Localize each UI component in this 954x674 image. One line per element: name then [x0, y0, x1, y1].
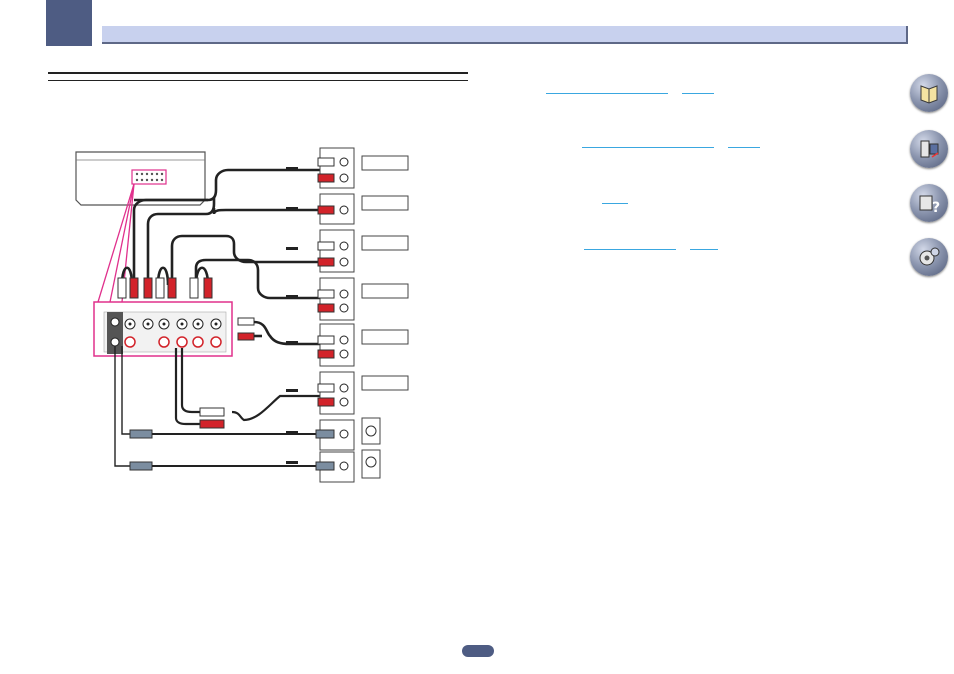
- chapter-tab: [46, 0, 92, 46]
- faq-icon[interactable]: ?: [910, 184, 948, 222]
- settings-icon[interactable]: [910, 238, 948, 276]
- component-2: [317, 193, 409, 225]
- speaker-1: [315, 417, 381, 451]
- manual-icon[interactable]: [910, 74, 948, 112]
- component-3: [317, 229, 409, 273]
- speaker-2: [315, 449, 381, 483]
- connection-diagram: [75, 147, 409, 483]
- link-4[interactable]: [728, 136, 760, 148]
- link-3[interactable]: [582, 136, 714, 148]
- link-1[interactable]: [546, 82, 668, 94]
- link-7[interactable]: [690, 238, 718, 250]
- component-4: [317, 277, 409, 321]
- link-2[interactable]: [682, 82, 714, 94]
- component-6: [317, 371, 409, 415]
- header-bar: [102, 26, 908, 44]
- page-number-pill: [462, 645, 494, 657]
- svg-text:?: ?: [932, 200, 940, 216]
- av-receiver: [75, 151, 206, 206]
- setup-icon[interactable]: [910, 130, 948, 168]
- link-6[interactable]: [584, 238, 676, 250]
- link-5[interactable]: [602, 192, 628, 204]
- component-5: [317, 323, 409, 367]
- component-1: [317, 147, 409, 189]
- section-rule: [48, 72, 468, 81]
